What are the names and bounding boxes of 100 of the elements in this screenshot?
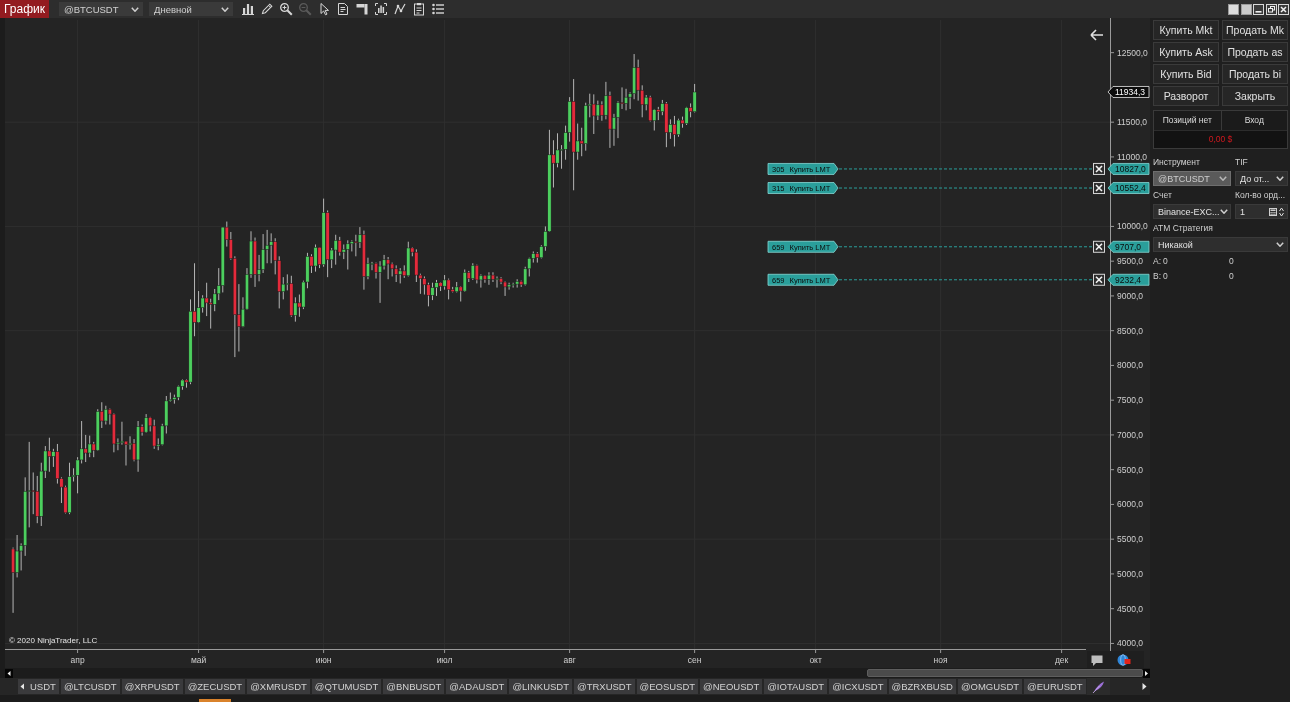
axis-label: 4500,0: [1117, 603, 1143, 614]
action-button[interactable]: Купить Bid: [1153, 64, 1219, 84]
instrument-tab[interactable]: @BZRXBUSD: [888, 679, 956, 694]
field-label: TIF: [1235, 156, 1249, 169]
instrument-tab[interactable]: @LINKUSDT: [509, 679, 572, 694]
caret-icon: [131, 6, 139, 12]
caret-icon: [1219, 209, 1228, 214]
calculator-icon[interactable]: [1269, 207, 1277, 216]
close-icon[interactable]: [1093, 240, 1105, 253]
action-button[interactable]: Купить Ask: [1153, 42, 1219, 62]
field-label: ATM Стратегия: [1153, 222, 1214, 235]
chart-frame-icon[interactable]: [374, 2, 388, 16]
field-label: Инструмент: [1153, 156, 1201, 169]
zoom-in-icon[interactable]: [279, 2, 293, 16]
caret-right-icon[interactable]: [1141, 682, 1148, 691]
axis-label: 7000,0: [1117, 429, 1143, 440]
chat-icon[interactable]: [1091, 655, 1103, 666]
axis-label: июн: [315, 655, 332, 665]
window-title: График: [0, 0, 49, 18]
scroll-left-icon[interactable]: [5, 668, 13, 678]
scroll-right-icon[interactable]: [1143, 668, 1150, 678]
axis-label: 10000,0: [1117, 221, 1148, 232]
select-field[interactable]: Binance-EXC...: [1153, 204, 1231, 219]
cursor-icon[interactable]: [317, 2, 331, 16]
caret-icon: [1276, 176, 1284, 181]
scrollbar-thumb[interactable]: [867, 669, 1143, 677]
column-header: Позиций нет: [1154, 111, 1221, 130]
tab-indicator: [199, 699, 231, 702]
action-button[interactable]: Закрыть: [1222, 86, 1288, 106]
close-icon[interactable]: [1093, 162, 1105, 175]
price-tag: 9707,0: [1107, 240, 1150, 253]
instrument-tab[interactable]: @ICXUSDT: [829, 679, 887, 694]
action-button[interactable]: Продать bi: [1222, 64, 1288, 84]
pnl-value: 0,00 $: [1207, 133, 1234, 146]
instrument-tab[interactable]: @EOSUSDT: [636, 679, 699, 694]
instrument-tab[interactable]: @XMRUSDT: [247, 679, 310, 694]
axis-label: сен: [687, 655, 702, 665]
instrument-tab[interactable]: @TRXUSDT: [574, 679, 635, 694]
action-button[interactable]: Продать Mk: [1222, 20, 1288, 40]
field-label: Кол-во орд...: [1235, 189, 1287, 202]
instrument-tab[interactable]: @IOTAUSDT: [764, 679, 828, 694]
axis-label: 8500,0: [1117, 325, 1143, 336]
instrument-tab[interactable]: USDT: [27, 679, 59, 694]
instrument-tab[interactable]: @ADAUSDT: [446, 679, 508, 694]
price-tag: 10552,4: [1107, 182, 1150, 194]
close-icon[interactable]: [1093, 273, 1105, 286]
period-dropdown[interactable]: Дневной: [149, 2, 233, 16]
minimize-icon[interactable]: [1253, 3, 1264, 15]
instrument-dropdown[interactable]: @BTCUSDT: [59, 2, 143, 16]
axis-label: 9000,0: [1117, 290, 1143, 301]
close-icon[interactable]: [1093, 182, 1105, 195]
axis-label: июл: [436, 655, 453, 665]
pencil-icon[interactable]: [260, 2, 274, 16]
line-chart-icon[interactable]: [393, 2, 407, 16]
axis-label: 9500,0: [1117, 256, 1143, 267]
caret-icon: [221, 6, 229, 12]
value-text: 0: [1229, 255, 1235, 268]
label-text: A:: [1153, 255, 1163, 268]
number-field[interactable]: 1: [1235, 204, 1288, 219]
axis-label: окт: [809, 655, 822, 665]
panel-icon[interactable]: [355, 2, 369, 16]
axis-label: 11500,0: [1117, 117, 1148, 128]
instrument-tab[interactable]: @QTUMUSDT: [311, 679, 382, 694]
action-button[interactable]: Купить Mkt: [1153, 20, 1219, 40]
instrument-tab[interactable]: @NEOUSDT: [700, 679, 763, 694]
instrument-tab[interactable]: @ZECUSDT: [184, 679, 246, 694]
caret-icon: [1276, 242, 1284, 247]
action-button[interactable]: Разворот: [1153, 86, 1219, 106]
price-tag: 9232,4: [1107, 273, 1150, 286]
instrument-tab[interactable]: @OMGUSDT: [957, 679, 1023, 694]
axis-label: 12500,0: [1117, 47, 1148, 58]
instrument-tab[interactable]: @XRPUSDT: [121, 679, 183, 694]
restore-icon[interactable]: [1265, 3, 1277, 15]
instrument-tab[interactable]: @EURUSDT: [1024, 679, 1086, 694]
square-icon[interactable]: [1240, 3, 1252, 15]
list-icon[interactable]: [431, 2, 445, 16]
instrument-tab[interactable]: @BNBUSDT: [383, 679, 445, 694]
arrow-left-icon[interactable]: [1090, 29, 1104, 41]
clipboard-icon[interactable]: [412, 2, 426, 16]
spin-arrows-icon[interactable]: [1279, 206, 1284, 217]
instrument-tab[interactable]: @LTCUSDT: [60, 679, 120, 694]
caret-left-icon[interactable]: [18, 679, 27, 694]
axis-label: авг: [563, 655, 576, 665]
value-text: 0: [1163, 270, 1169, 283]
axis-label: 7500,0: [1117, 395, 1143, 406]
axis-label: 5000,0: [1117, 568, 1143, 579]
document-icon[interactable]: [336, 2, 350, 16]
close-icon[interactable]: [1278, 3, 1289, 15]
axis-label: 5500,0: [1117, 534, 1143, 545]
globe-icon[interactable]: [1117, 654, 1131, 666]
value-text: 0: [1229, 270, 1235, 283]
price-tag: 11934,3: [1107, 86, 1150, 98]
bar-chart-icon[interactable]: [241, 2, 255, 16]
select-field[interactable]: Никакой: [1153, 237, 1288, 252]
axis-label: 11000,0: [1117, 151, 1148, 162]
axis-label: 4000,0: [1117, 638, 1143, 649]
action-button[interactable]: Продать as: [1222, 42, 1288, 62]
square-icon[interactable]: [1228, 3, 1239, 15]
select-field[interactable]: До от...: [1235, 171, 1288, 186]
copyright-text: © 2020 NinjaTrader, LLC: [9, 636, 98, 645]
